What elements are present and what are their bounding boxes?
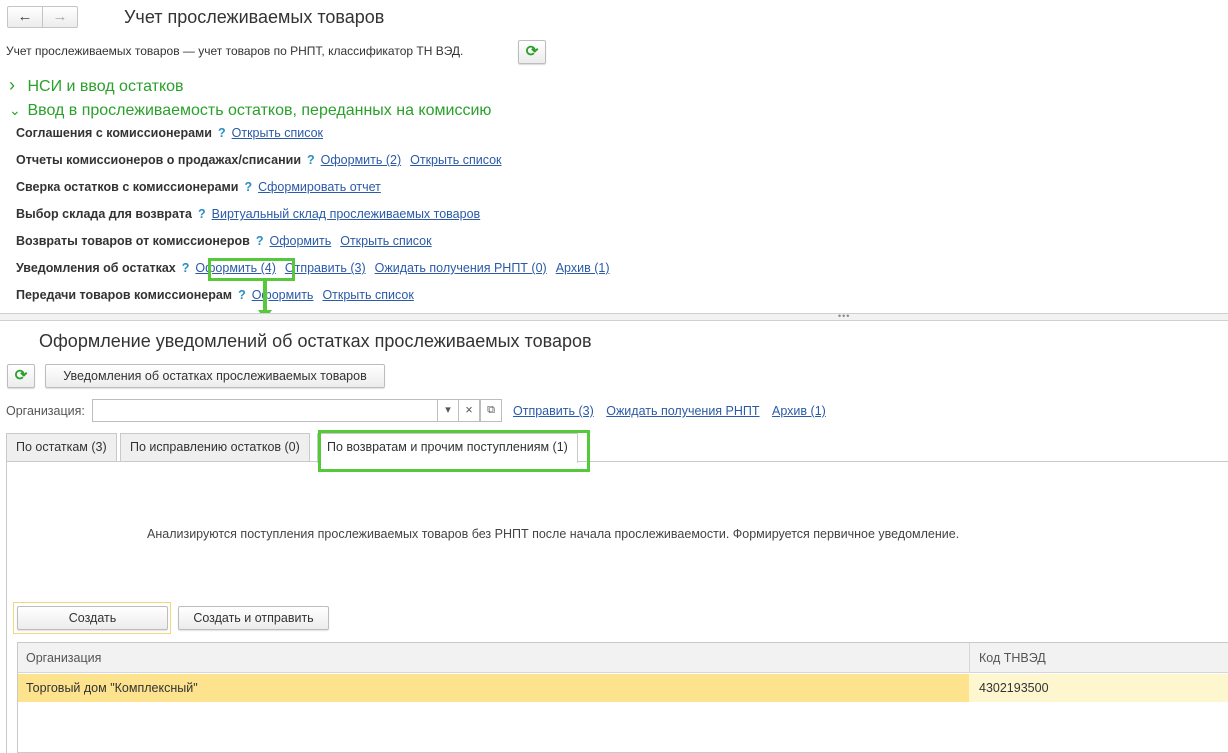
org-input[interactable]: [92, 399, 438, 422]
link-send[interactable]: Отправить (3): [285, 261, 366, 275]
chevron-right-icon: ›: [9, 75, 15, 95]
page-title: Учет прослеживаемых товаров: [124, 7, 385, 27]
org-clear-button[interactable]: ×: [458, 399, 480, 422]
link-issue[interactable]: Оформить: [269, 234, 331, 248]
form-links: Отправить (3) Ожидать получения РНПТ Арх…: [513, 404, 835, 418]
cell-organization: Торговый дом "Комплексный": [26, 681, 198, 695]
highlight-box: [208, 258, 295, 281]
row-label: Уведомления об остатках: [16, 261, 176, 275]
tab-remainders[interactable]: По остаткам (3): [6, 433, 117, 461]
back-button[interactable]: ←: [7, 6, 43, 28]
group-nsi-label: НСИ и ввод остатков: [27, 78, 184, 95]
help-icon[interactable]: ?: [182, 261, 190, 275]
create-button[interactable]: Создать: [17, 606, 168, 630]
clear-icon: ×: [465, 403, 473, 417]
table-header: [18, 643, 1228, 673]
link-archive[interactable]: Архив (1): [556, 261, 610, 275]
column-divider: [969, 643, 970, 673]
refresh-icon: ⟳: [525, 43, 539, 60]
row-label: Отчеты комиссионеров о продажах/списании: [16, 153, 302, 167]
row-label: Сверка остатков с комиссионерами: [16, 180, 239, 194]
cell-tnved: 4302193500: [979, 681, 1049, 695]
row-notifications: Уведомления об остатках? Оформить (4) Отпр…: [16, 261, 618, 279]
group-nsi[interactable]: › НСИ и ввод остатков: [9, 75, 184, 96]
table-row[interactable]: Торговый дом "Комплексный" 4302193500: [18, 674, 1228, 702]
link-await-rnpt[interactable]: Ожидать получения РНПТ: [606, 404, 759, 418]
row-warehouse: Выбор склада для возврата? Виртуальный ск…: [16, 207, 489, 225]
row-label: Возвраты товаров от комиссионеров: [16, 234, 250, 248]
info-text: Анализируются поступления прослеживаемых…: [147, 527, 960, 541]
link-virtual-warehouse[interactable]: Виртуальный склад прослеживаемых товаров: [212, 207, 481, 221]
form-refresh-button[interactable]: ⟳: [7, 364, 35, 388]
open-icon: ⧉: [487, 404, 495, 416]
help-icon[interactable]: ?: [218, 126, 226, 140]
row-reports: Отчеты комиссионеров о продажах/списании…: [16, 153, 511, 171]
group-commission[interactable]: ⌄ Ввод в прослеживаемость остатков, пере…: [9, 102, 491, 120]
link-issue[interactable]: Оформить: [252, 288, 314, 302]
link-generate-report[interactable]: Сформировать отчет: [258, 180, 381, 194]
link-await-rnpt[interactable]: Ожидать получения РНПТ (0): [375, 261, 547, 275]
row-label: Соглашения с комиссионерами: [16, 126, 212, 140]
create-send-button[interactable]: Создать и отправить: [178, 606, 329, 630]
page-subtitle: Учет прослеживаемых товаров — учет товар…: [6, 44, 464, 58]
form-title: Оформление уведомлений об остатках просл…: [39, 331, 592, 351]
help-icon[interactable]: ?: [307, 153, 315, 167]
link-open-list[interactable]: Открыть список: [410, 153, 501, 167]
refresh-icon: ⟳: [14, 367, 28, 384]
chevron-down-icon: ⌄: [9, 102, 21, 118]
highlight-box: [318, 430, 590, 472]
link-open-list[interactable]: Открыть список: [322, 288, 413, 302]
row-label: Выбор склада для возврата: [16, 207, 192, 221]
row-agreements: Соглашения с комиссионерами? Открыть спис…: [16, 126, 332, 144]
link-archive[interactable]: Архив (1): [772, 404, 826, 418]
link-open-list[interactable]: Открыть список: [232, 126, 323, 140]
forward-arrow-icon: →: [52, 8, 68, 25]
notifications-report-button[interactable]: Уведомления об остатках прослеживаемых т…: [45, 364, 385, 388]
link-issue[interactable]: Оформить (2): [321, 153, 401, 167]
chevron-down-icon: ▾: [445, 404, 451, 416]
row-reconciliation: Сверка остатков с комиссионерами? Сформир…: [16, 180, 390, 198]
tab-corrections[interactable]: По исправлению остатков (0): [120, 433, 310, 461]
link-open-list[interactable]: Открыть список: [340, 234, 431, 248]
back-arrow-icon: ←: [17, 8, 33, 25]
refresh-button[interactable]: ⟳: [518, 40, 546, 64]
help-icon[interactable]: ?: [256, 234, 264, 248]
link-send[interactable]: Отправить (3): [513, 404, 594, 418]
org-open-button[interactable]: ⧉: [480, 399, 502, 422]
arrow-shaft: [263, 281, 267, 311]
row-returns: Возвраты товаров от комиссионеров? Оформи…: [16, 234, 441, 252]
org-dropdown-button[interactable]: ▾: [437, 399, 459, 422]
forward-button[interactable]: →: [42, 6, 78, 28]
help-icon[interactable]: ?: [198, 207, 206, 221]
org-label: Организация:: [6, 404, 85, 418]
group-commission-label: Ввод в прослеживаемость остатков, переда…: [27, 102, 492, 119]
help-icon[interactable]: ?: [238, 288, 246, 302]
column-header-tnved[interactable]: Код ТНВЭД: [979, 651, 1046, 665]
splitter-grip-icon: •••: [838, 311, 851, 321]
row-transfers: Передачи товаров комиссионерам? Оформить О…: [16, 288, 423, 306]
help-icon[interactable]: ?: [244, 180, 252, 194]
column-header-organization[interactable]: Организация: [26, 651, 101, 665]
row-label: Передачи товаров комиссионерам: [16, 288, 233, 302]
splitter[interactable]: [0, 313, 1228, 321]
